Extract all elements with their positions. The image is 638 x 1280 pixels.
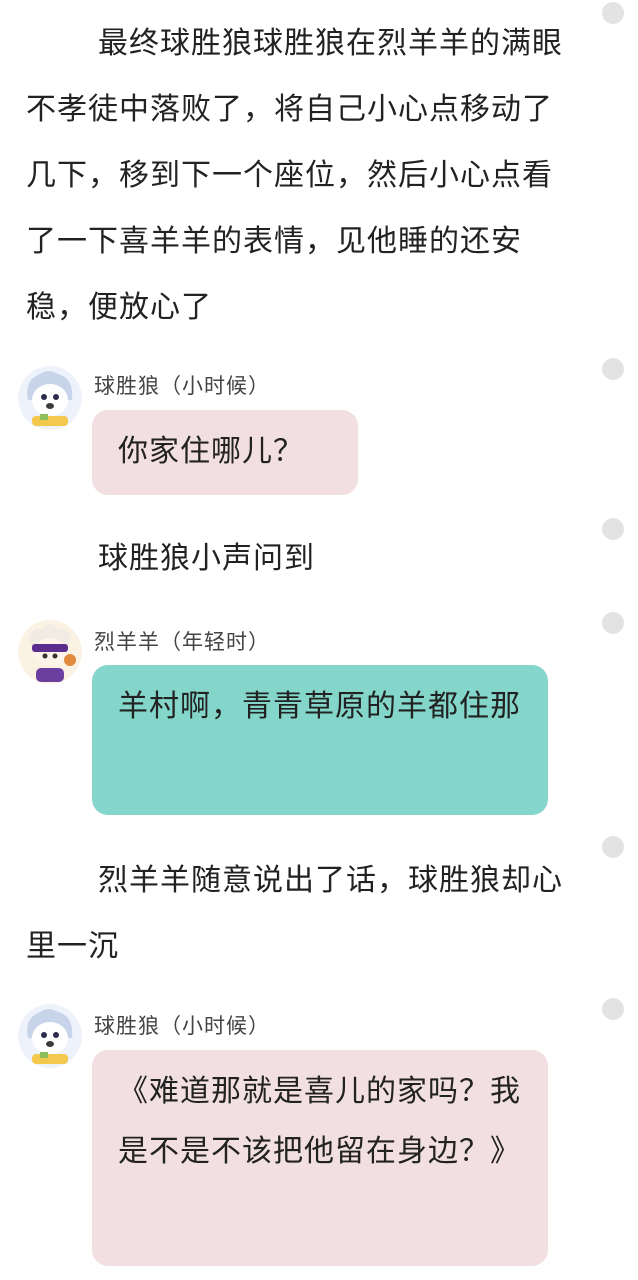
side-dot <box>602 998 624 1020</box>
sender-name: 球胜狼（小时候） <box>94 374 270 398</box>
side-dot <box>602 2 624 24</box>
narration-paragraph: 球胜狼小声问到 <box>98 541 315 576</box>
wolf-avatar[interactable] <box>18 1004 82 1068</box>
chat-bubble: 羊村啊，青青草原的羊都住那 <box>92 665 548 815</box>
side-dot <box>602 836 624 858</box>
chat-bubble: 你家住哪儿？ <box>92 410 358 495</box>
sender-name: 球胜狼（小时候） <box>94 1014 270 1038</box>
sender-name: 烈羊羊（年轻时） <box>94 630 270 654</box>
side-dot <box>602 612 624 634</box>
sheep-avatar[interactable] <box>18 620 82 684</box>
narration-paragraph: 最终球胜狼球胜狼在烈羊羊的满眼不孝徒中落败了，将自己小心点移动了几下，移到下一个… <box>26 26 563 325</box>
chat-bubble: 《难道那就是喜儿的家吗？我是不是不该把他留在身边？》 <box>92 1050 548 1266</box>
side-dot <box>602 518 624 540</box>
side-dot <box>602 358 624 380</box>
wolf-avatar[interactable] <box>18 366 82 430</box>
narration-paragraph: 烈羊羊随意说出了话，球胜狼却心里一沉 <box>26 863 563 964</box>
